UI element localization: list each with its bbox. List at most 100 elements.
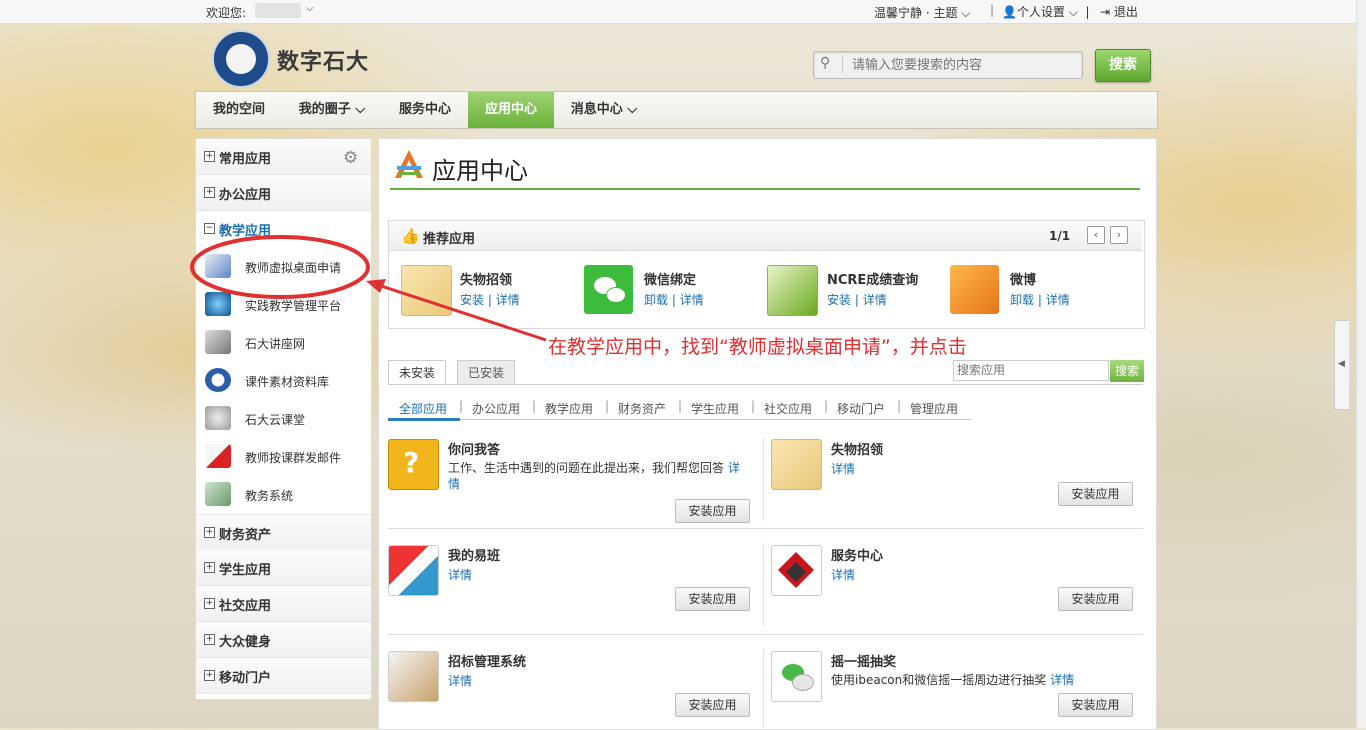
wechat-icon[interactable] (584, 265, 633, 314)
app-search-button[interactable]: 搜索 (1110, 360, 1144, 382)
divider: | (459, 399, 464, 413)
divider: | (751, 399, 756, 413)
detail-link[interactable]: 详情 (831, 460, 855, 477)
expand-icon: + (204, 670, 215, 681)
recommended-pager: 1/1 (1049, 229, 1071, 243)
detail-link[interactable]: 详情 (680, 293, 704, 307)
divider: | (897, 399, 902, 413)
sidebar-item-cloud-classroom[interactable]: 石大云课堂 (196, 400, 371, 438)
personal-settings-menu[interactable]: 👤个人设置 ⌵ | (1002, 3, 1090, 20)
category-admin[interactable]: 管理应用 (910, 400, 958, 417)
install-app-button[interactable]: 安装应用 (1058, 587, 1133, 611)
tab-divider (388, 384, 1143, 385)
shake-wechat-icon[interactable] (771, 651, 822, 702)
cloud-class-icon (205, 406, 231, 430)
username-blurred[interactable] (255, 3, 301, 18)
site-title: 数字石大 (277, 50, 370, 75)
category-finance[interactable]: 财务资产 (618, 400, 666, 417)
academic-system-icon (205, 482, 231, 506)
rec-app-links: 安装 | 详情 (827, 293, 887, 307)
nav-my-space[interactable]: 我的空间 (196, 92, 282, 128)
rec-app-name: 微博 (1010, 273, 1037, 288)
category-social[interactable]: 社交应用 (764, 400, 812, 417)
question-box-icon[interactable]: ? (388, 439, 439, 490)
uninstall-link[interactable]: 卸载 (644, 293, 668, 307)
ncre-book-icon[interactable] (767, 265, 818, 316)
install-app-button[interactable]: 安装应用 (1058, 693, 1133, 717)
tab-not-installed[interactable]: 未安装 (388, 360, 447, 385)
search-button[interactable]: 搜索 (1095, 49, 1151, 82)
title-divider (390, 188, 1140, 190)
sidebar-group-label: 财务资产 (219, 528, 272, 543)
install-app-button[interactable]: 安装应用 (675, 499, 750, 523)
detail-link[interactable]: 详情 (448, 566, 472, 583)
install-link[interactable]: 安装 (827, 293, 851, 307)
category-underline (388, 419, 971, 420)
sidebar-group-mobile[interactable]: + 移动门户 (196, 658, 371, 694)
logout-icon: ⇥ (1100, 5, 1111, 19)
uninstall-link[interactable]: 卸载 (1010, 293, 1034, 307)
sidebar-item-group-mail[interactable]: 教师按课群发邮件 (196, 438, 371, 476)
app-name: 招标管理系统 (448, 655, 527, 670)
category-mobile[interactable]: 移动门户 (837, 400, 885, 417)
category-all[interactable]: 全部应用 (399, 400, 447, 417)
divider: | (990, 3, 995, 17)
page-title: 应用中心 (432, 157, 528, 185)
sidebar-group-common[interactable]: + 常用应用 ⚙ (196, 139, 371, 175)
nav-service-center[interactable]: 服务中心 (382, 92, 468, 128)
mailbox-icon (205, 444, 231, 468)
yiban-icon[interactable] (388, 545, 439, 596)
search-icon: ⚲ (820, 55, 831, 71)
row-divider (388, 634, 1143, 635)
gavel-icon[interactable] (388, 651, 439, 702)
divider: | (532, 399, 537, 413)
logout-link[interactable]: ⇥ 退出 (1100, 3, 1138, 20)
gear-icon[interactable]: ⚙ (343, 148, 358, 168)
annotation-arrow-line (377, 283, 547, 342)
app-description: 工作、生活中遇到的问题在此提出来，我们帮您回答 详情 (448, 461, 740, 491)
highlight-ellipse (190, 235, 370, 299)
tab-installed[interactable]: 已安装 (457, 360, 516, 385)
side-collapse-tab[interactable]: ◀ (1334, 320, 1349, 410)
annotation-arrow-head (366, 279, 386, 293)
nav-app-center[interactable]: 应用中心 (468, 92, 554, 128)
sidebar-group-label: 常用应用 (219, 152, 272, 167)
nav-message-center[interactable]: 消息中心 ⌵ (554, 92, 654, 128)
theme-menu[interactable]: 温馨宁静 · 主题 ⌵ (874, 4, 970, 21)
app-search-input[interactable] (953, 360, 1109, 381)
install-app-button[interactable]: 安装应用 (675, 587, 750, 611)
sidebar-group-label: 办公应用 (219, 188, 272, 203)
install-app-button[interactable]: 安装应用 (675, 693, 750, 717)
category-teaching[interactable]: 教学应用 (545, 400, 593, 417)
global-search-input[interactable] (850, 54, 1080, 76)
weibo-icon[interactable] (950, 265, 999, 314)
sidebar-item-academic-affairs[interactable]: 教务系统 (196, 476, 371, 514)
category-student[interactable]: 学生应用 (691, 400, 739, 417)
lost-found-icon[interactable] (771, 439, 822, 490)
sidebar-group-social[interactable]: + 社交应用 (196, 586, 371, 622)
sidebar-group-label: 大众健身 (219, 635, 272, 650)
sidebar-group-office[interactable]: + 办公应用 (196, 175, 371, 211)
detail-link[interactable]: 详情 (1046, 293, 1070, 307)
category-office[interactable]: 办公应用 (472, 400, 520, 417)
column-divider (763, 649, 764, 728)
detail-link[interactable]: 详情 (863, 293, 887, 307)
next-page-button[interactable]: › (1110, 226, 1128, 244)
chevron-down-icon[interactable]: ⌵ (306, 3, 314, 14)
expand-icon: + (204, 527, 215, 538)
chevron-left-icon: ◀ (1338, 359, 1345, 369)
sidebar-group-student[interactable]: + 学生应用 (196, 550, 371, 586)
column-divider (763, 437, 764, 521)
sidebar-item-courseware-library[interactable]: 课件素材资料库 (196, 362, 371, 400)
sidebar-group-fitness[interactable]: + 大众健身 (196, 622, 371, 658)
sidebar-group-finance[interactable]: + 财务资产 (196, 514, 371, 551)
install-app-button[interactable]: 安装应用 (1058, 482, 1133, 506)
page-scrollbar[interactable] (1356, 0, 1366, 728)
library-icon (205, 368, 231, 392)
detail-link[interactable]: 详情 (1050, 673, 1074, 687)
detail-link[interactable]: 详情 (448, 672, 472, 689)
nav-my-circle[interactable]: 我的圈子 ⌵ (282, 92, 382, 128)
detail-link[interactable]: 详情 (831, 566, 855, 583)
service-center-icon[interactable] (771, 545, 822, 596)
prev-page-button[interactable]: ‹ (1087, 226, 1105, 244)
